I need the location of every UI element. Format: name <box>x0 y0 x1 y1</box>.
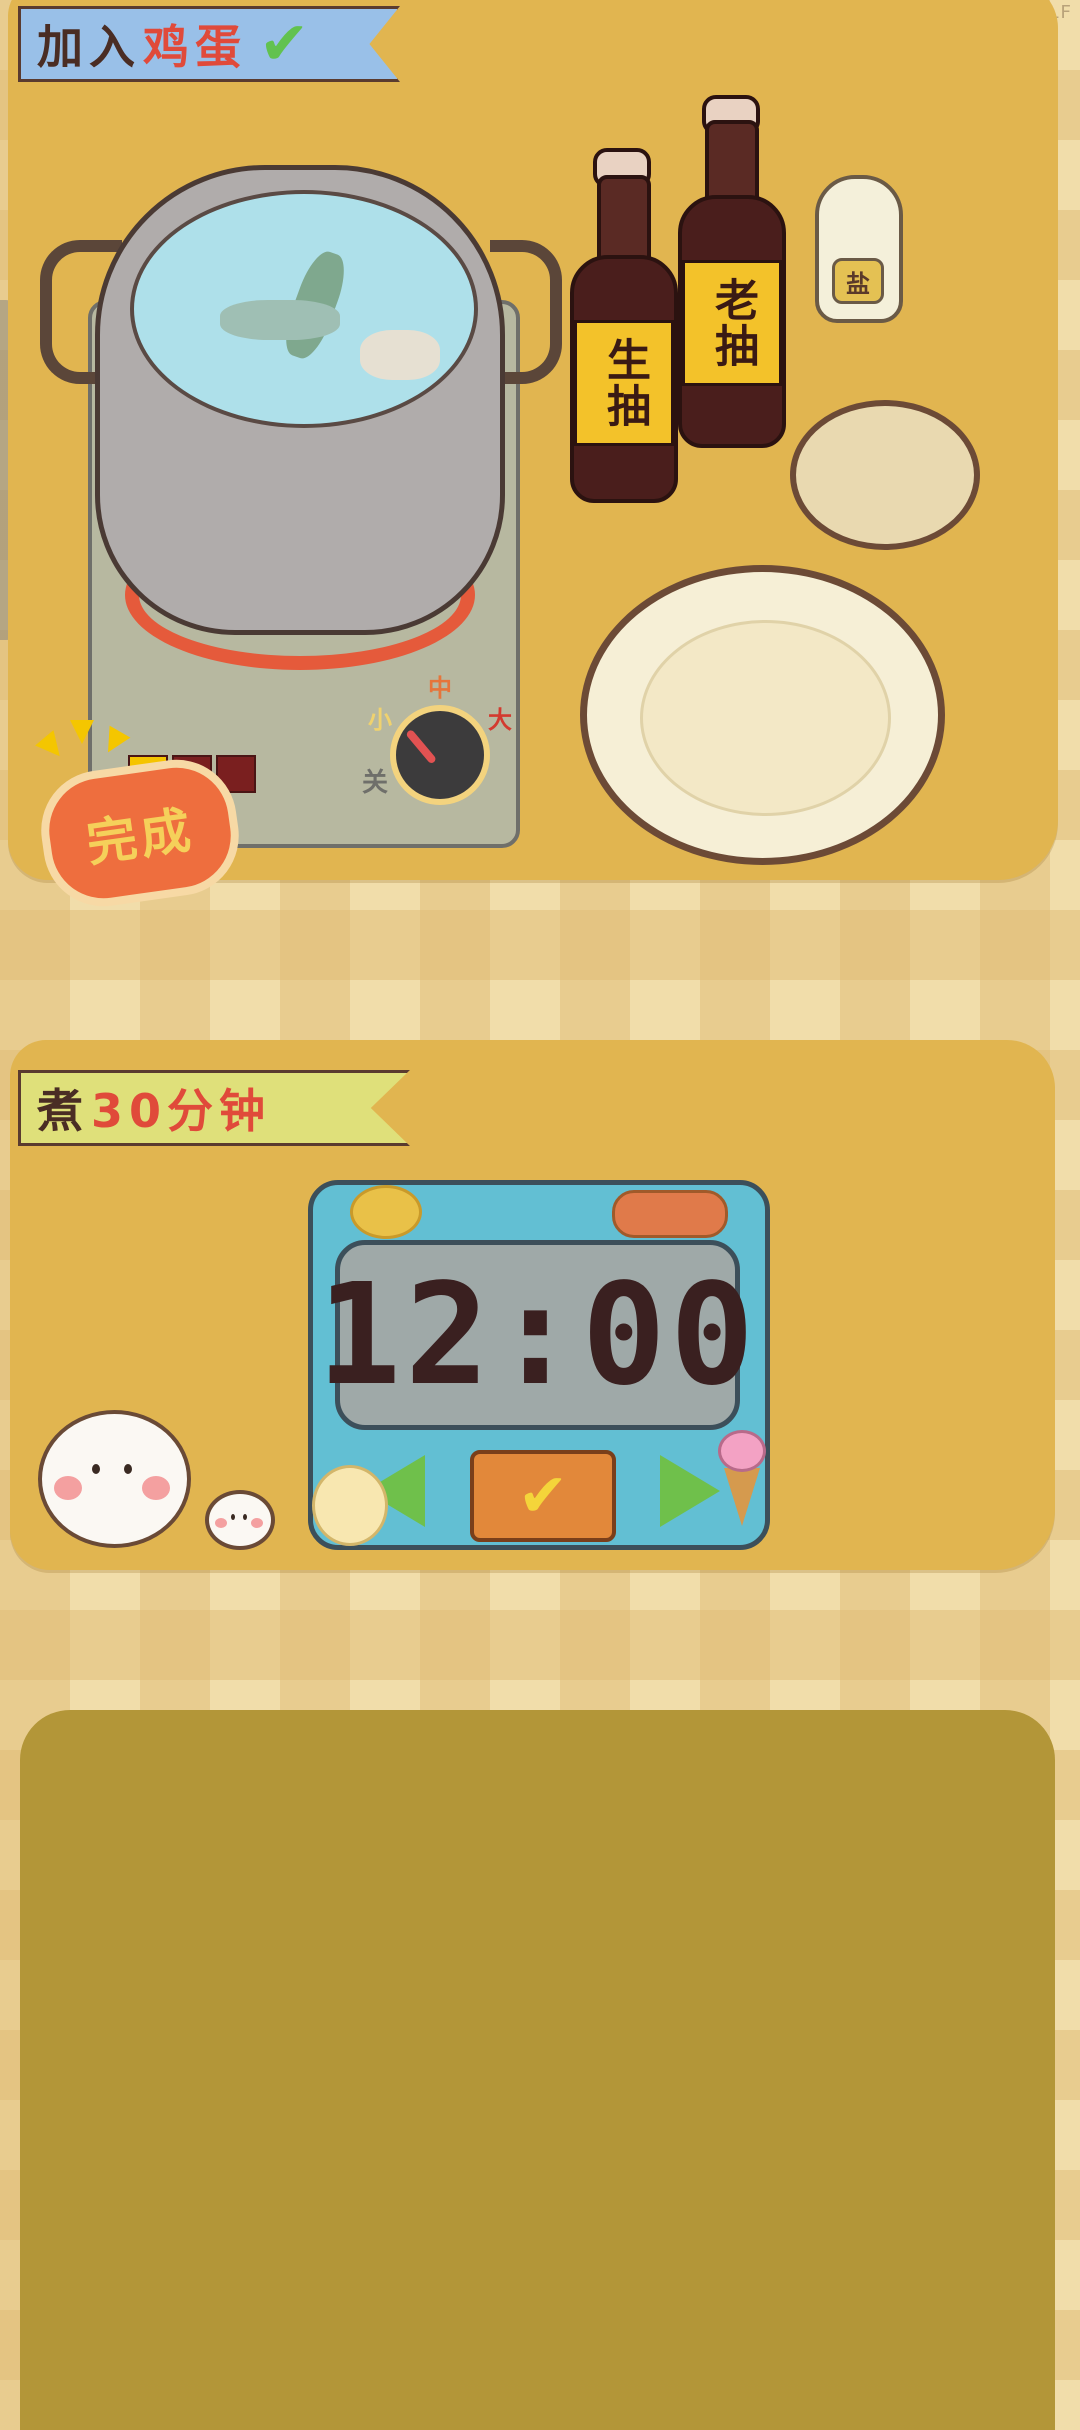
knob-label-high: 大 <box>488 706 512 734</box>
inventory-panel <box>20 1710 1055 2430</box>
large-plate-center <box>640 620 891 816</box>
timer-task-duration: 30分钟 <box>91 1084 272 1138</box>
small-plate[interactable] <box>790 400 980 550</box>
pot-ingredient <box>220 300 340 340</box>
timer-display: 12:00 <box>317 1240 754 1430</box>
hotdog-sticker-icon <box>612 1190 728 1238</box>
timer-confirm-button[interactable]: ✔ <box>470 1450 616 1542</box>
salt-label: 盐 <box>832 258 884 304</box>
knob-label-low: 小 <box>368 706 392 734</box>
knob-label-off: 关 <box>362 768 389 798</box>
task-ingredient: 鸡蛋 <box>143 20 247 74</box>
timer-banner: 煮 30分钟 <box>18 1070 410 1146</box>
egg-sticker-icon <box>312 1465 388 1546</box>
sparkle-icon <box>70 720 94 744</box>
check-icon: ✔ <box>517 1461 569 1531</box>
sun-sticker-icon <box>350 1185 422 1239</box>
ice-cream-sticker-icon <box>718 1430 766 1530</box>
mochi-character-small <box>205 1490 275 1550</box>
pot-ingredient <box>360 330 440 380</box>
light-soy-label: 生抽 <box>574 320 674 446</box>
dark-soy-label: 老抽 <box>682 260 782 386</box>
arrow-right-icon[interactable] <box>660 1455 720 1527</box>
knob-label-mid: 中 <box>428 674 452 702</box>
task-banner: 加入 鸡蛋 ✔ <box>18 6 400 82</box>
heat-knob[interactable] <box>390 705 490 805</box>
timer-task-prefix: 煮 <box>37 1084 89 1138</box>
mochi-character-large <box>38 1410 191 1548</box>
check-icon: ✔ <box>259 9 316 79</box>
task-prefix: 加入 <box>37 20 141 74</box>
